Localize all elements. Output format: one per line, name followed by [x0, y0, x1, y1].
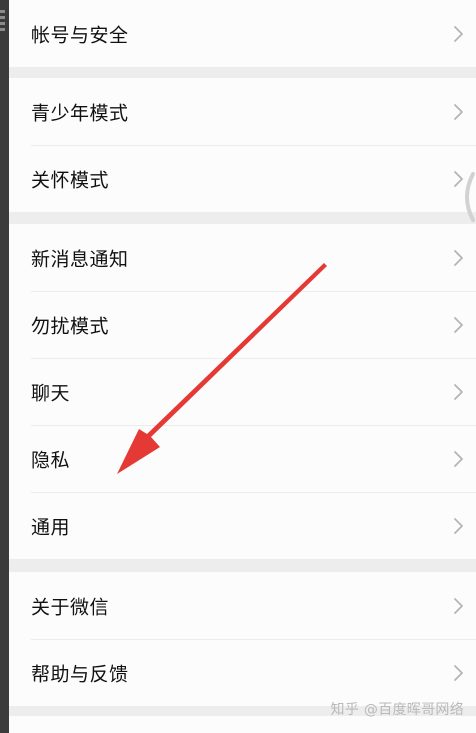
- settings-item-label: 青少年模式: [31, 102, 129, 124]
- chevron-right-icon: [454, 664, 463, 681]
- settings-item-label: 关怀模式: [31, 169, 110, 191]
- scroll-edge-indicator-icon: [465, 172, 475, 222]
- settings-item-label: 帮助与反馈: [31, 663, 129, 685]
- settings-item-general[interactable]: 通用: [9, 492, 476, 559]
- settings-item-label: 勿扰模式: [31, 315, 110, 337]
- settings-item-privacy[interactable]: 隐私: [9, 425, 476, 492]
- settings-item-label: 新消息通知: [31, 248, 129, 270]
- settings-group-general: 新消息通知 勿扰模式 聊天 隐私 通用: [9, 224, 476, 559]
- chevron-right-icon: [454, 25, 463, 42]
- chevron-right-icon: [454, 249, 463, 266]
- chevron-right-icon: [454, 316, 463, 333]
- settings-item-teen-mode[interactable]: 青少年模式: [9, 78, 476, 145]
- settings-item-label: 帐号与安全: [31, 24, 129, 46]
- watermark-text: 知乎 @百度晖哥网络: [330, 702, 464, 718]
- settings-item-label: 通用: [31, 516, 71, 538]
- settings-group-account: 帐号与安全: [9, 0, 476, 67]
- settings-group-about: 关于微信 帮助与反馈: [9, 572, 476, 706]
- settings-item-chat[interactable]: 聊天: [9, 358, 476, 425]
- settings-item-help-feedback[interactable]: 帮助与反馈: [9, 639, 476, 706]
- settings-item-care-mode[interactable]: 关怀模式: [9, 145, 476, 212]
- settings-item-do-not-disturb[interactable]: 勿扰模式: [9, 291, 476, 358]
- left-window-edge: [0, 0, 9, 733]
- chevron-right-icon: [454, 517, 463, 534]
- settings-item-label: 关于微信: [31, 596, 110, 618]
- chevron-right-icon: [454, 450, 463, 467]
- chevron-right-icon: [454, 597, 463, 614]
- settings-item-label: 隐私: [31, 449, 71, 471]
- chevron-right-icon: [454, 383, 463, 400]
- settings-item-label: 聊天: [31, 382, 71, 404]
- settings-item-about-wechat[interactable]: 关于微信: [9, 572, 476, 639]
- settings-list: 帐号与安全 青少年模式 关怀模式 新消息通知 勿扰模式 聊天 隐私 通用 关于微…: [9, 0, 476, 733]
- chevron-right-icon: [454, 103, 463, 120]
- settings-item-new-message-notification[interactable]: 新消息通知: [9, 224, 476, 291]
- edge-grip-icon: [0, 10, 5, 32]
- settings-group-modes: 青少年模式 关怀模式: [9, 78, 476, 212]
- settings-item-account-security[interactable]: 帐号与安全: [9, 0, 476, 67]
